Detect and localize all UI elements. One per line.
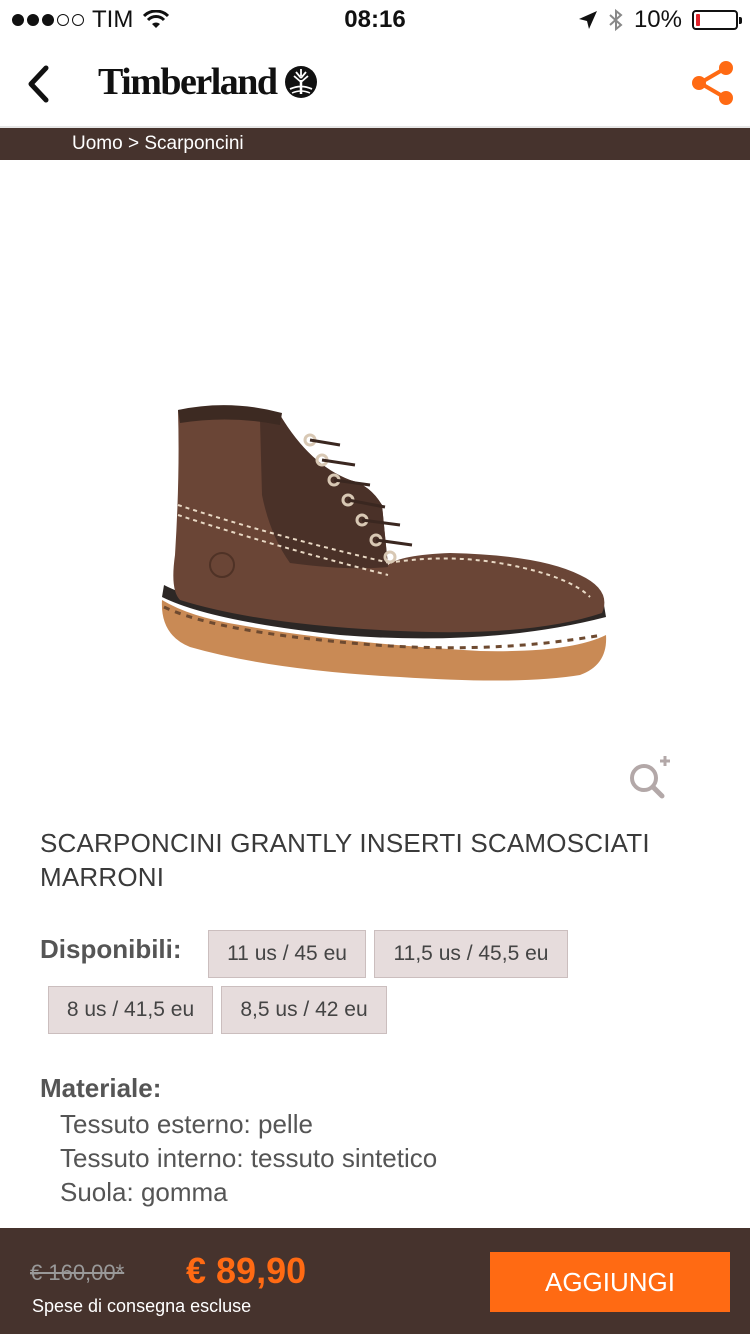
logo-text: Timberland (98, 61, 278, 103)
current-price: € 89,90 (186, 1250, 307, 1291)
nav-bar: Timberland (0, 40, 750, 128)
purchase-bar: € 160,00* € 89,90 Spese di consegna escl… (0, 1228, 750, 1334)
chevron-left-icon (28, 65, 49, 103)
bluetooth-icon (609, 8, 623, 32)
zoom-button[interactable] (624, 752, 672, 800)
size-option-button[interactable]: 8,5 us / 42 eu (221, 986, 387, 1034)
material-label: Materiale: (40, 1073, 162, 1103)
zoom-in-icon (630, 756, 670, 799)
product-image (161, 405, 607, 681)
size-option-button[interactable]: 11 us / 45 eu (208, 930, 366, 978)
shipping-note: Spese di consegna escluse (32, 1296, 252, 1316)
share-button[interactable] (688, 58, 738, 108)
product-title: SCARPONCINI GRANTLY INSERTI SCAMOSCIATI … (40, 828, 650, 892)
tree-logo-icon (284, 66, 317, 98)
battery-percentage: 10% (633, 6, 682, 33)
battery-icon (692, 10, 742, 30)
old-price: € 160,00* (30, 1260, 125, 1285)
back-button[interactable] (16, 60, 60, 108)
material-item: Suola: gomma (60, 1177, 228, 1207)
material-list: Tessuto esterno: pelle Tessuto interno: … (60, 1107, 437, 1209)
battery-fill (696, 14, 700, 26)
material-item: Tessuto interno: tessuto sintetico (60, 1143, 438, 1173)
status-right: 10% (578, 6, 742, 34)
breadcrumb[interactable]: Uomo > Scarponcini (0, 128, 750, 160)
size-option-button[interactable]: 11,5 us / 45,5 eu (374, 930, 568, 978)
add-to-cart-button[interactable]: AGGIUNGI (490, 1252, 730, 1312)
sizes-label: Disponibili: (40, 934, 182, 964)
location-arrow-icon (578, 11, 597, 29)
size-option-button[interactable]: 8 us / 41,5 eu (48, 986, 213, 1034)
brand-logo: Timberland (98, 60, 319, 104)
material-item: Tessuto esterno: pelle (60, 1109, 313, 1139)
share-icon (692, 61, 733, 105)
status-bar: TIM 08:16 10% (0, 0, 750, 40)
